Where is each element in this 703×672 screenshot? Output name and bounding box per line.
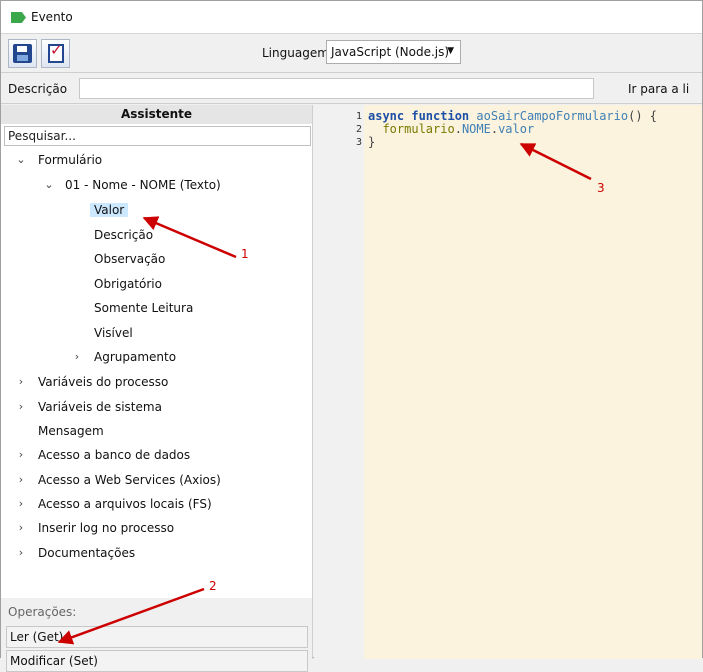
line-number-gutter: 1 2 3 bbox=[314, 105, 364, 659]
closing-brace: } bbox=[368, 135, 376, 149]
checkmark-icon: ✓ bbox=[50, 41, 63, 59]
tree-item-mensagem[interactable]: Mensagem bbox=[38, 420, 104, 442]
line-number: 3 bbox=[355, 137, 362, 148]
tree-item-obrigatorio[interactable]: Obrigatório bbox=[94, 273, 162, 295]
tree-item-web-services[interactable]: › Acesso a Web Services (Axios) bbox=[15, 469, 221, 491]
code-property: NOME bbox=[461, 122, 491, 136]
chevron-right-icon[interactable]: › bbox=[15, 371, 27, 393]
tree-item-label: Visível bbox=[94, 326, 133, 340]
operations-panel: Operações: Ler (Get) Modificar (Set) bbox=[1, 598, 312, 672]
goto-line-label: Ir para a li bbox=[628, 82, 690, 96]
chevron-right-icon[interactable]: › bbox=[15, 517, 27, 539]
toolbar: ✓ Linguagem JavaScript (Node.js) ▼ bbox=[1, 35, 702, 73]
line-number: 1 bbox=[355, 111, 362, 122]
code-object: formulario bbox=[382, 122, 455, 136]
chevron-down-icon: ▼ bbox=[447, 46, 454, 56]
annotation-label-2: 2 bbox=[209, 579, 217, 593]
chevron-right-icon[interactable]: › bbox=[15, 396, 27, 418]
chevron-right-icon[interactable]: › bbox=[15, 469, 27, 491]
tree-item-label: Acesso a Web Services (Axios) bbox=[38, 473, 221, 487]
operations-label: Operações: bbox=[8, 605, 77, 619]
tree-item-label: Mensagem bbox=[38, 424, 104, 438]
tree-item-arquivos-locais[interactable]: › Acesso a arquivos locais (FS) bbox=[15, 493, 212, 515]
code-property: valor bbox=[498, 122, 535, 136]
code-line-1: async function aoSairCampoFormulario() { bbox=[368, 109, 657, 123]
chevron-right-icon[interactable]: › bbox=[15, 542, 27, 564]
code-line-3: } bbox=[368, 135, 375, 149]
language-select[interactable]: JavaScript (Node.js) ▼ bbox=[326, 40, 461, 64]
validate-button[interactable]: ✓ bbox=[41, 39, 70, 68]
tree-item-observacao[interactable]: Observação bbox=[94, 248, 165, 270]
tree-item-label: Formulário bbox=[38, 153, 103, 167]
tree-item-variaveis-processo[interactable]: › Variáveis do processo bbox=[15, 371, 169, 393]
code-editor[interactable]: 1 2 3 async function aoSairCampoFormular… bbox=[314, 105, 702, 659]
tree-item-label: Variáveis de sistema bbox=[38, 400, 162, 414]
chevron-down-icon[interactable]: ⌄ bbox=[43, 174, 55, 196]
tree-item-label: Agrupamento bbox=[94, 350, 177, 364]
description-label: Descrição bbox=[8, 82, 68, 96]
annotation-label-3: 3 bbox=[597, 181, 605, 195]
code-dot: . bbox=[490, 122, 499, 136]
description-row: Descrição Ir para a li bbox=[1, 74, 702, 104]
tree-item-banco-dados[interactable]: › Acesso a banco de dados bbox=[15, 444, 190, 466]
tree-item-label: Inserir log no processo bbox=[38, 521, 175, 535]
chevron-down-icon[interactable]: ⌄ bbox=[15, 149, 27, 171]
tree-item-variaveis-sistema[interactable]: › Variáveis de sistema bbox=[15, 396, 162, 418]
language-value: JavaScript (Node.js) bbox=[331, 45, 450, 59]
tree-item-label: Acesso a arquivos locais (FS) bbox=[38, 497, 212, 511]
app-tag-icon bbox=[11, 12, 26, 23]
tree-item-label: Acesso a banco de dados bbox=[38, 448, 191, 462]
line-number: 2 bbox=[355, 124, 362, 135]
tree-item-label: Descrição bbox=[94, 228, 154, 242]
tree-item-label: Obrigatório bbox=[94, 277, 162, 291]
assistant-header: Assistente bbox=[1, 105, 312, 124]
tree-item-inserir-log[interactable]: › Inserir log no processo bbox=[15, 517, 174, 539]
window-title: Evento bbox=[31, 10, 73, 24]
chevron-right-icon[interactable]: › bbox=[71, 346, 83, 368]
language-label: Linguagem bbox=[262, 46, 329, 60]
save-disk-icon bbox=[13, 44, 32, 63]
save-button[interactable] bbox=[8, 39, 37, 68]
tree-item-descricao[interactable]: Descrição bbox=[94, 224, 153, 246]
code-dot: . bbox=[454, 122, 462, 136]
tree-item-label: 01 - Nome - NOME (Texto) bbox=[65, 178, 221, 192]
code-punctuation: () { bbox=[628, 109, 658, 123]
event-window: Evento ✓ Linguagem JavaScript (Node.js) … bbox=[0, 0, 703, 672]
keyword-function: function bbox=[411, 109, 470, 123]
tree-item-visivel[interactable]: Visível bbox=[94, 322, 133, 344]
tree-item-documentacoes[interactable]: › Documentações bbox=[15, 542, 135, 564]
operation-get-button[interactable]: Ler (Get) bbox=[6, 626, 308, 648]
search-input[interactable]: Pesquisar... bbox=[4, 126, 311, 146]
tree-item-agrupamento[interactable]: › Agrupamento bbox=[71, 346, 176, 368]
chevron-right-icon[interactable]: › bbox=[15, 493, 27, 515]
tree-item-valor[interactable]: Valor bbox=[90, 199, 129, 221]
function-name: aoSairCampoFormulario bbox=[476, 109, 629, 123]
tree-item-label: Somente Leitura bbox=[94, 301, 194, 315]
description-input[interactable] bbox=[79, 78, 594, 99]
tree-item-field-nome[interactable]: ⌄ 01 - Nome - NOME (Texto) bbox=[43, 174, 221, 196]
chevron-right-icon[interactable]: › bbox=[15, 444, 27, 466]
tree-item-somente-leitura[interactable]: Somente Leitura bbox=[94, 297, 193, 319]
tree-item-label: Valor bbox=[90, 203, 129, 217]
tree-item-label: Variáveis do processo bbox=[38, 375, 169, 389]
code-line-2: formulario.NOME.valor bbox=[368, 122, 534, 136]
keyword-async: async bbox=[368, 109, 405, 123]
annotation-label-1: 1 bbox=[241, 247, 249, 261]
assistant-panel: Assistente Pesquisar... ⌄ Formulário ⌄ 0… bbox=[1, 105, 313, 672]
title-bar: Evento bbox=[1, 1, 702, 34]
tree-item-label: Documentações bbox=[38, 546, 136, 560]
tree-item-formulario[interactable]: ⌄ Formulário bbox=[15, 149, 102, 171]
tree-item-label: Observação bbox=[94, 252, 166, 266]
operation-set-button[interactable]: Modificar (Set) bbox=[6, 650, 308, 672]
